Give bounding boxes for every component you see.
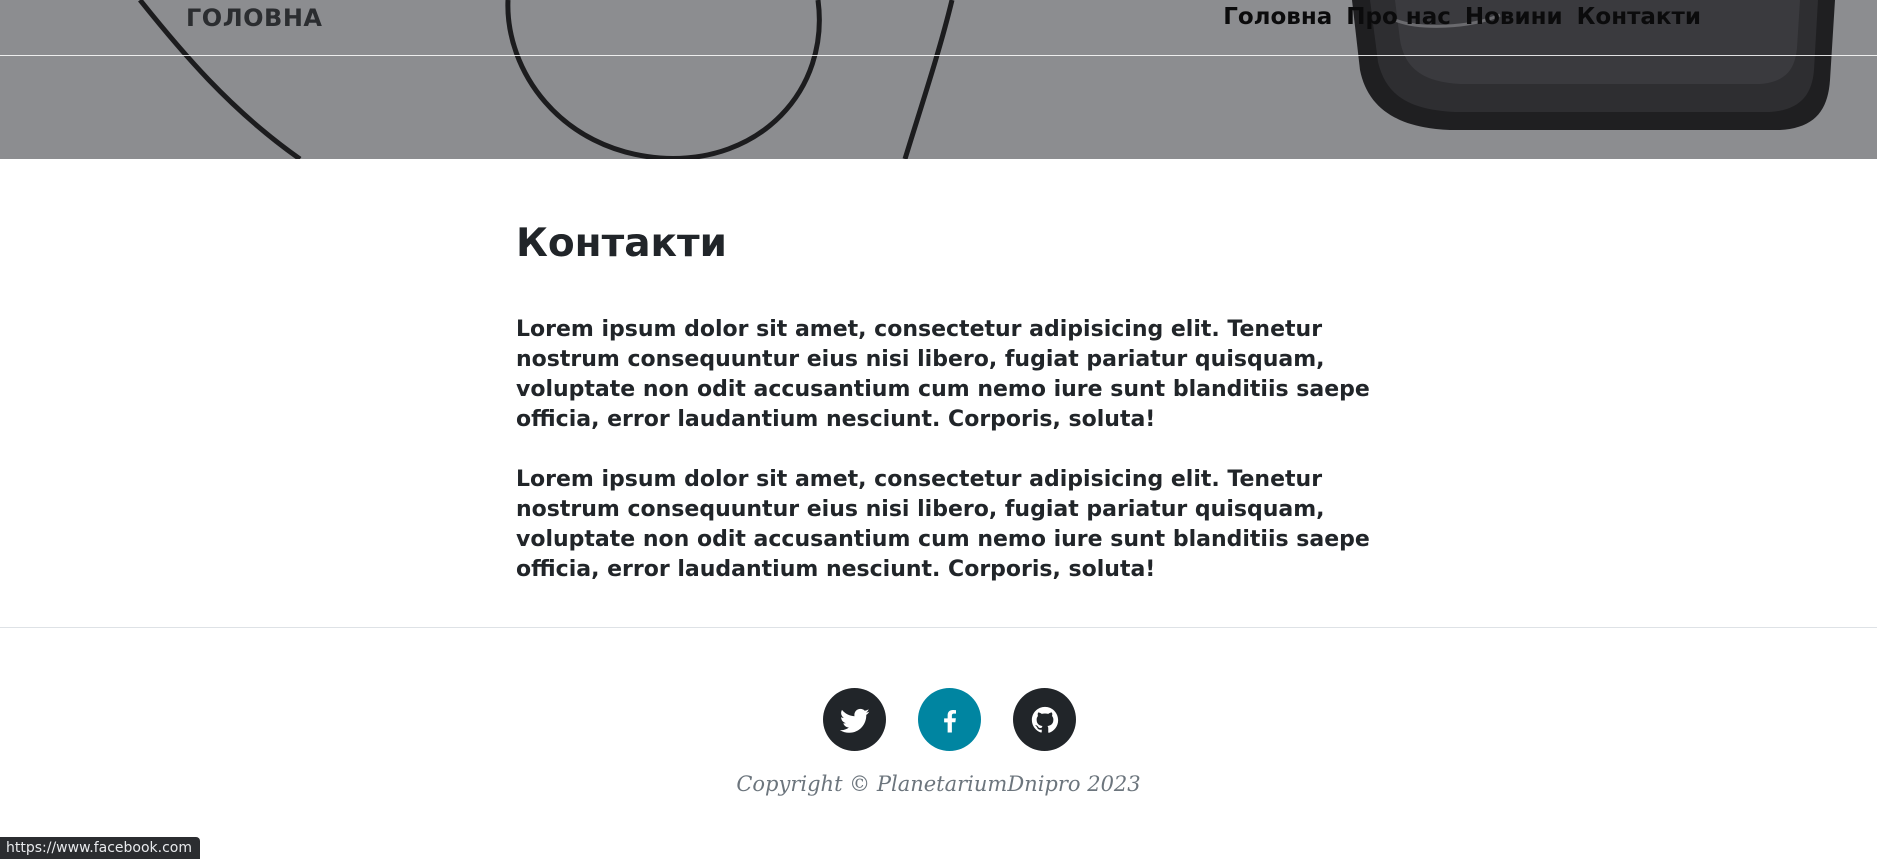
github-icon: [1031, 706, 1058, 733]
brand-link[interactable]: ГОЛОВНА: [186, 4, 322, 32]
copyright-text: Copyright © PlanetariumDnipro 2023: [736, 772, 1141, 796]
nav-menu: Головна Про нас Новини Контакти: [1223, 4, 1701, 30]
page: ГОЛОВНА Головна Про нас Новини Контакти …: [0, 0, 1877, 859]
facebook-icon: [943, 709, 956, 732]
link-status-bar: https://www.facebook.com: [0, 837, 200, 859]
facebook-button[interactable]: [918, 688, 981, 751]
nav-link-home[interactable]: Головна: [1223, 4, 1332, 30]
content-paragraph: Lorem ipsum dolor sit amet, consectetur …: [516, 317, 1370, 432]
nav-link-about[interactable]: Про нас: [1346, 4, 1451, 30]
footer-divider: [0, 627, 1877, 628]
github-button[interactable]: [1013, 688, 1076, 751]
social-links: [823, 688, 1076, 751]
twitter-icon: [839, 708, 869, 733]
header-hero: ГОЛОВНА Головна Про нас Новини Контакти: [0, 0, 1877, 159]
content-paragraph: Lorem ipsum dolor sit amet, consectetur …: [516, 467, 1370, 582]
nav-link-news[interactable]: Новини: [1465, 4, 1563, 30]
page-title: Контакти: [516, 221, 727, 266]
main-content: Контакти Lorem ipsum dolor sit amet, con…: [516, 215, 1376, 625]
nav-link-contacts[interactable]: Контакти: [1577, 4, 1701, 30]
navbar: ГОЛОВНА Головна Про нас Новини Контакти: [0, 0, 1877, 56]
twitter-button[interactable]: [823, 688, 886, 751]
